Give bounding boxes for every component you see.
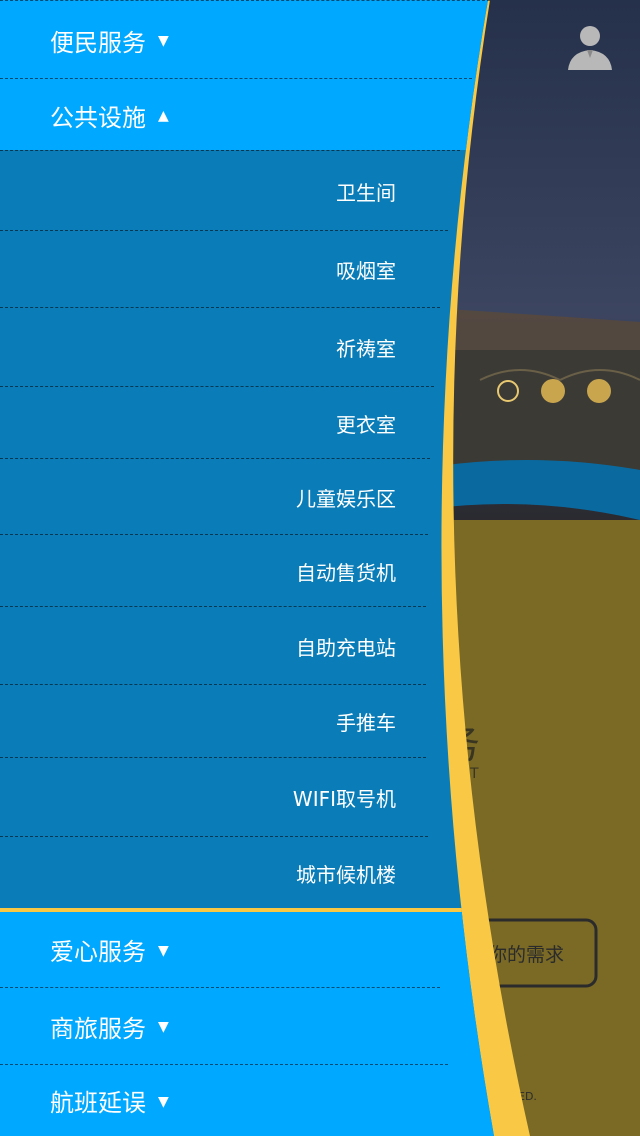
- menu-category-caring-service[interactable]: 爱心服务 ▼: [0, 912, 440, 987]
- submenu-label: 吸烟室: [336, 259, 396, 283]
- submenu-label: 城市候机楼: [296, 862, 396, 887]
- submenu-item-trolley[interactable]: 手推车: [0, 685, 640, 758]
- category-label: 爱心服务: [50, 938, 146, 966]
- menu-category-business-travel[interactable]: 商旅服务 ▼: [0, 988, 446, 1064]
- menu-category-public-facilities[interactable]: 公共设施 ▲: [0, 79, 460, 151]
- submenu-item-smoking-room[interactable]: 吸烟室: [0, 231, 640, 308]
- triangle-down-icon: ▼: [158, 1019, 169, 1035]
- category-label: 商旅服务: [50, 1014, 146, 1043]
- category-label: 便民服务: [50, 28, 146, 57]
- menu-category-flight-delay[interactable]: 航班延误 ▼: [0, 1065, 456, 1136]
- submenu-item-prayer-room[interactable]: 祈祷室: [0, 308, 640, 387]
- separator: [0, 0, 490, 1]
- triangle-up-icon: ▲: [158, 108, 169, 124]
- submenu-item-kids-play-area[interactable]: 儿童娱乐区: [0, 459, 640, 535]
- submenu-item-changing-room[interactable]: 更衣室: [0, 387, 640, 459]
- submenu-label: 祈祷室: [336, 337, 396, 361]
- menu-category-convenience[interactable]: 便民服务 ▼: [0, 2, 470, 78]
- submenu-label: 儿童娱乐区: [296, 486, 396, 511]
- submenu-item-restroom[interactable]: 卫生间: [0, 151, 640, 231]
- triangle-down-icon: ▼: [158, 942, 169, 959]
- submenu-label: 手推车: [336, 711, 396, 735]
- submenu-label: 自助充电站: [296, 635, 396, 660]
- submenu-item-wifi-ticket[interactable]: WIFI取号机: [0, 758, 640, 837]
- submenu-item-city-terminal[interactable]: 城市候机楼: [0, 837, 640, 909]
- submenu-label: 卫生间: [336, 180, 396, 205]
- triangle-down-icon: ▼: [158, 1093, 169, 1110]
- triangle-down-icon: ▼: [158, 33, 169, 49]
- submenu-label: 自动售货机: [296, 560, 396, 585]
- submenu-label: 更衣室: [336, 412, 396, 437]
- category-label: 航班延误: [50, 1089, 146, 1117]
- submenu-item-vending-machine[interactable]: 自动售货机: [0, 535, 640, 607]
- category-label: 公共设施: [50, 103, 146, 132]
- submenu-item-charging-station[interactable]: 自助充电站: [0, 607, 640, 685]
- submenu-label: WIFI取号机: [292, 787, 396, 811]
